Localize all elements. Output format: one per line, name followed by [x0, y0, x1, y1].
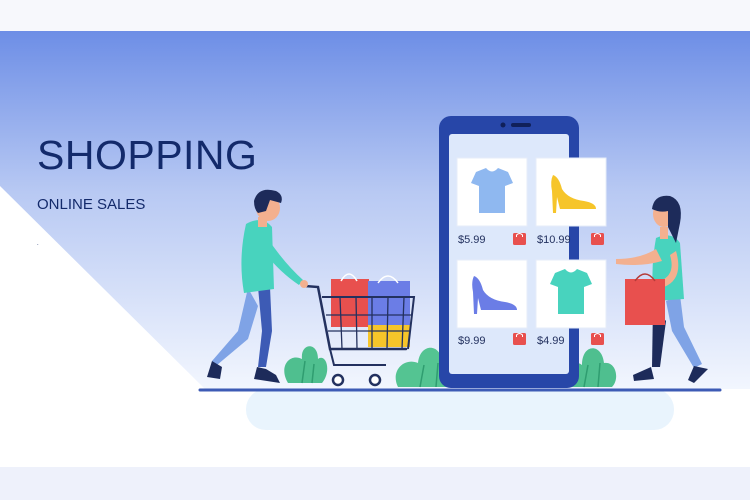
shopping-banner: SHOPPING ONLINE SALES . $5.99 $10.99 $9.…: [0, 31, 750, 467]
man-figure: [207, 189, 308, 383]
product-price-4: $4.99: [537, 335, 565, 347]
shopping-bag-icon[interactable]: [591, 233, 604, 245]
bottom-strip: [0, 467, 750, 500]
shopping-bag-icon[interactable]: [513, 333, 526, 345]
product-price-1: $5.99: [458, 234, 486, 246]
product-price-2: $10.99: [537, 234, 571, 246]
smartphone: [439, 116, 579, 388]
product-price-3: $9.99: [458, 335, 486, 347]
woman-figure: [616, 195, 708, 383]
shopping-illustration: $5.99 $10.99 $9.99 $4.99: [198, 116, 722, 392]
shopping-bag-icon[interactable]: [591, 333, 604, 345]
shopping-bag-icon[interactable]: [513, 233, 526, 245]
plant-left: [284, 346, 328, 384]
top-strip: [0, 0, 750, 31]
